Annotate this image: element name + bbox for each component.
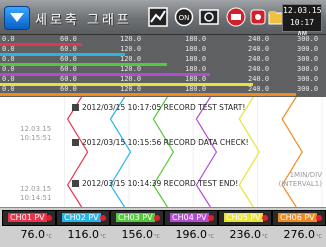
scale-tick: 300.0 xyxy=(297,45,319,53)
channel-scale-panel: 0.0 60.0 120.0 180.0 240.0 300.0 0.0 60.… xyxy=(0,35,326,97)
unit-text: °C xyxy=(46,234,52,240)
channel-tab[interactable]: CH06 PV xyxy=(272,210,326,226)
timestamp-time: 10:15:51 xyxy=(20,134,52,142)
timestamp-label: 12.03.15 10:14:51 xyxy=(20,185,51,203)
clock-date: 12.03.15 xyxy=(283,6,322,15)
alarm-dot-icon xyxy=(46,215,52,221)
event-text: 2012/03/15 10:15:56 RECORD DATA CHECK! xyxy=(82,138,249,147)
event-message: 2012/03/15 10:15:56 RECORD DATA CHECK! xyxy=(72,138,249,147)
alarm-dot-icon xyxy=(262,215,268,221)
graph-view-icon[interactable] xyxy=(148,7,168,27)
scale-tick: 180.0 xyxy=(185,55,207,63)
unit-text: °C xyxy=(154,234,160,240)
trend-line-5 xyxy=(238,97,261,207)
channel-label: CH05 PV xyxy=(224,213,263,222)
event-text: 2012/03/15 10:17:05 RECORD TEST START! xyxy=(82,103,246,112)
alert-bell-icon[interactable] xyxy=(248,7,268,27)
event-message: 2012/03/15 10:17:05 RECORD TEST START! xyxy=(72,103,245,112)
channel-tab[interactable]: CH05 PV xyxy=(218,210,272,226)
value-text: 196.0 xyxy=(175,228,208,241)
channel-label: CH01 PV xyxy=(8,213,47,222)
trend-line-6 xyxy=(281,97,303,207)
value-text: 76.0 xyxy=(20,228,46,241)
scale-tick: 180.0 xyxy=(185,35,207,43)
channel-value: 196.0°C xyxy=(176,228,215,241)
clock-display: 12.03.15 10:17 AM xyxy=(282,4,322,39)
scale-tick: 240.0 xyxy=(248,35,270,43)
channel-label: CH02 PV xyxy=(62,213,101,222)
scale-tick: 300.0 xyxy=(297,55,319,63)
channel-ch05[interactable]: CH05 PV 236.0°C xyxy=(218,210,272,245)
channel-value: 156.0°C xyxy=(122,228,161,241)
scale-tick: 300.0 xyxy=(297,35,319,43)
alarm-icon[interactable] xyxy=(226,7,246,27)
event-marker-icon xyxy=(72,139,79,146)
channel-tab[interactable]: CH01 PV xyxy=(2,210,56,226)
unit-text: °C xyxy=(316,234,322,240)
chevron-down-icon xyxy=(10,13,24,22)
alarm-dot-icon xyxy=(100,215,106,221)
alarm-dot-icon xyxy=(316,215,322,221)
event-text: 2012/03/15 10:14:39 RECORD TEST END! xyxy=(82,179,239,188)
channel-value: 76.0°C xyxy=(21,228,53,241)
unit-text: °C xyxy=(262,234,268,240)
timestamp-date: 12.03.15 xyxy=(20,185,52,193)
scale-tick: 240.0 xyxy=(248,65,270,73)
scale-tick: 300.0 xyxy=(297,85,319,93)
trend-line-3 xyxy=(152,97,175,207)
timestamp-time: 10:14:51 xyxy=(20,194,52,202)
unit-text: °C xyxy=(208,234,214,240)
record-data-icon[interactable]: ON xyxy=(174,7,194,27)
page-title: 세로축 그래프 xyxy=(35,13,132,28)
unit-text: °C xyxy=(100,234,106,240)
value-text: 276.0 xyxy=(283,228,316,241)
trend-line-1 xyxy=(66,97,89,207)
level-bar-ch06 xyxy=(0,93,296,96)
alarm-dot-icon xyxy=(208,215,214,221)
channel-label: CH06 PV xyxy=(278,213,317,222)
interval-line2: (INTERVAL1) xyxy=(278,180,322,188)
channel-ch04[interactable]: CH04 PV 196.0°C xyxy=(164,210,218,245)
scale-tick: 180.0 xyxy=(185,45,207,53)
channel-tab[interactable]: CH03 PV xyxy=(110,210,164,226)
value-text: 116.0 xyxy=(67,228,100,241)
interval-label: 1MIN/DIV (INTERVAL1) xyxy=(279,171,322,189)
channel-ch01[interactable]: CH01 PV 76.0°C xyxy=(2,210,56,245)
menu-dropdown-button[interactable] xyxy=(4,6,30,30)
scale-tick: 240.0 xyxy=(248,45,270,53)
scale-tick: 120.0 xyxy=(120,35,142,43)
trend-line-2 xyxy=(109,97,132,207)
channel-ch03[interactable]: CH03 PV 156.0°C xyxy=(110,210,164,245)
alarm-dot-icon xyxy=(154,215,160,221)
channel-label: CH03 PV xyxy=(116,213,155,222)
interval-line1: 1MIN/DIV xyxy=(289,171,322,179)
channel-readout-bar: CH01 PV 76.0°C CH02 PV 116.0°C CH03 PV 1… xyxy=(0,207,326,247)
channel-ch02[interactable]: CH02 PV 116.0°C xyxy=(56,210,110,245)
trend-chart: 12.03.15 10:15:51 12.03.15 10:14:51 2012… xyxy=(0,97,326,207)
channel-value: 236.0°C xyxy=(230,228,269,241)
event-marker-icon xyxy=(72,180,79,187)
top-bar: 세로축 그래프 ON 12.03.15 10:17 AM xyxy=(0,0,326,39)
scale-tick: 240.0 xyxy=(248,55,270,63)
value-text: 236.0 xyxy=(229,228,262,241)
scale-tick: 300.0 xyxy=(297,65,319,73)
channel-ch06[interactable]: CH06 PV 276.0°C xyxy=(272,210,326,245)
channel-tab[interactable]: CH02 PV xyxy=(56,210,110,226)
scale-tick: 300.0 xyxy=(297,75,319,83)
value-text: 156.0 xyxy=(121,228,154,241)
channel-label: CH04 PV xyxy=(170,213,209,222)
timestamp-label: 12.03.15 10:15:51 xyxy=(20,125,51,143)
svg-text:ON: ON xyxy=(179,14,190,22)
screen-capture-icon[interactable] xyxy=(199,7,219,27)
event-marker-icon xyxy=(72,104,79,111)
channel-value: 276.0°C xyxy=(284,228,323,241)
channel-value: 116.0°C xyxy=(68,228,107,241)
event-message: 2012/03/15 10:14:39 RECORD TEST END! xyxy=(72,179,238,188)
trend-line-4 xyxy=(195,97,218,207)
channel-tab[interactable]: CH04 PV xyxy=(164,210,218,226)
timestamp-date: 12.03.15 xyxy=(20,125,52,133)
